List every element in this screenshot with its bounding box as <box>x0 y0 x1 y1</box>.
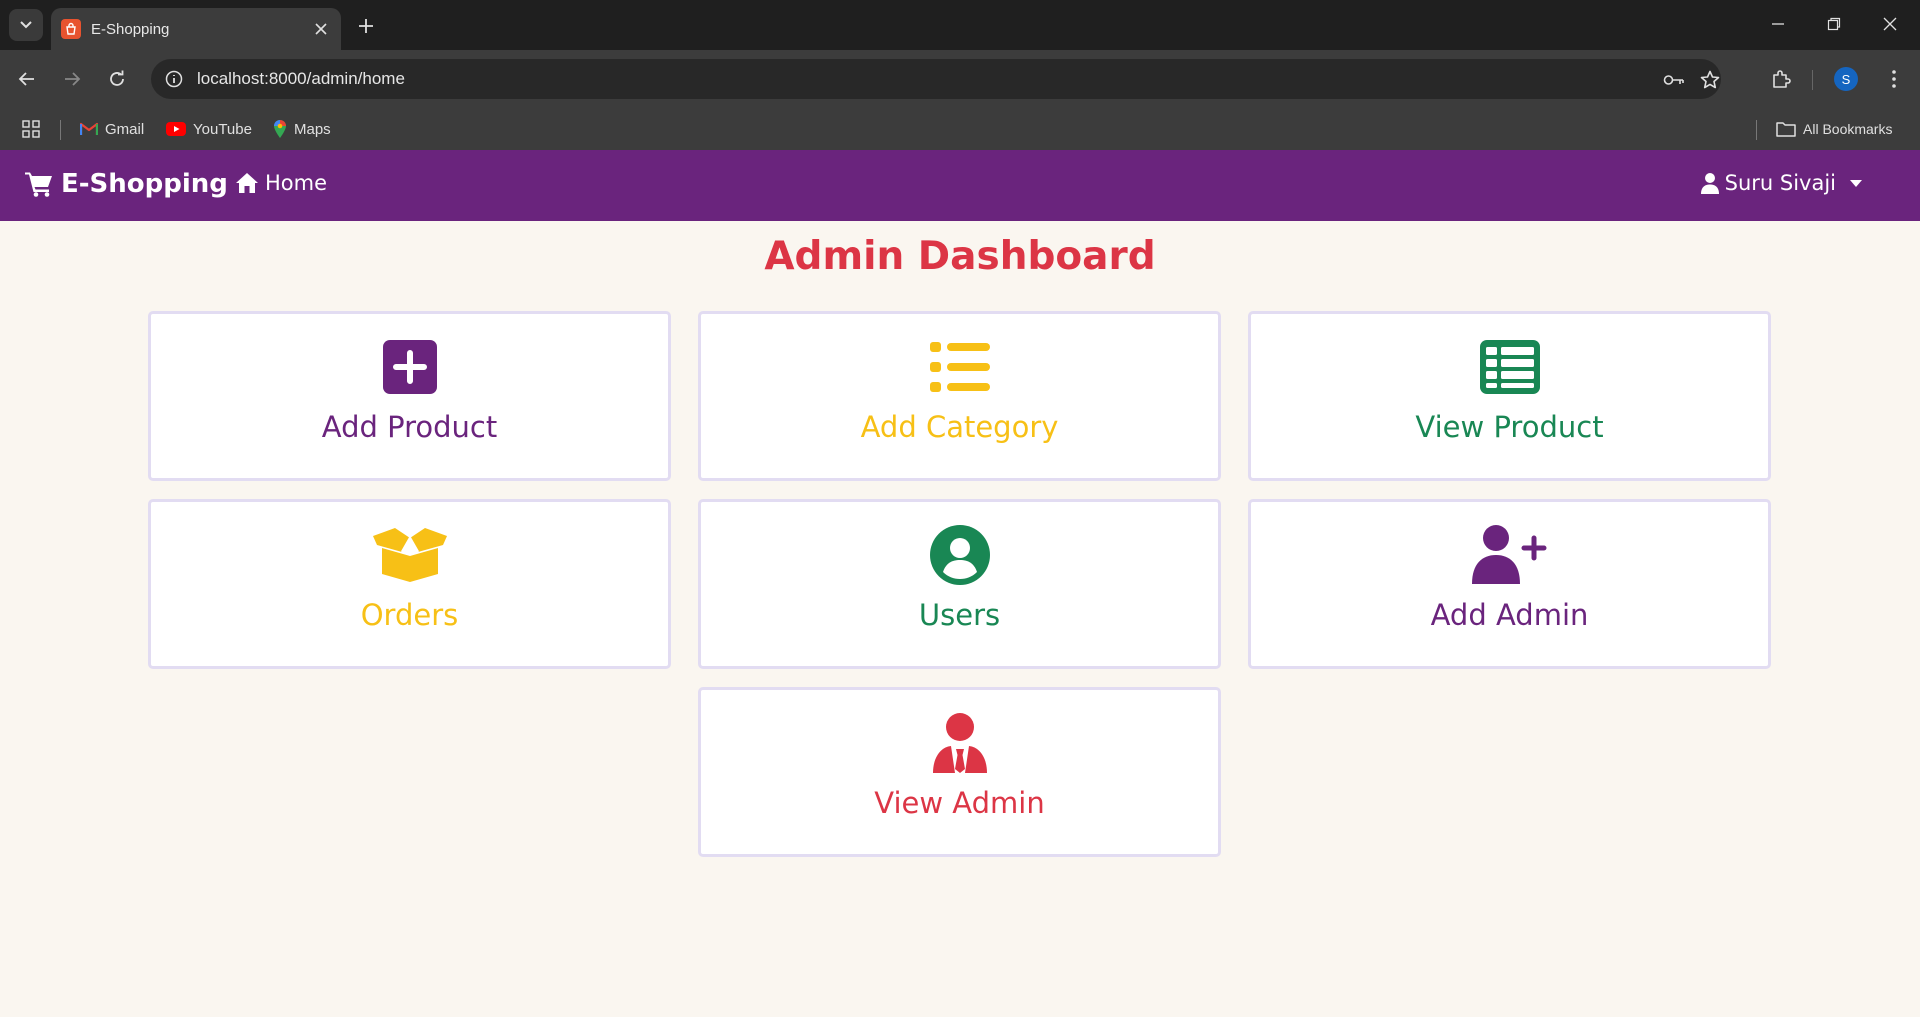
shop-favicon-icon <box>61 19 81 39</box>
box-open-icon <box>372 524 447 586</box>
minimize-icon[interactable] <box>1750 0 1806 48</box>
plus-square-icon <box>382 336 437 398</box>
card-label: View Admin <box>874 786 1045 820</box>
restore-icon[interactable] <box>1806 0 1862 48</box>
all-bookmarks-label: All Bookmarks <box>1803 121 1893 137</box>
page-title: Admin Dashboard <box>764 234 1156 279</box>
card-label: Add Category <box>860 410 1059 444</box>
card-orders[interactable]: Orders <box>148 499 671 669</box>
extensions-icon[interactable] <box>1765 63 1797 95</box>
forward-arrow-icon[interactable] <box>56 63 88 95</box>
card-view-product[interactable]: View Product <box>1248 311 1771 481</box>
new-tab-icon[interactable] <box>353 13 379 39</box>
reload-icon[interactable] <box>101 63 133 95</box>
user-dropdown[interactable]: Suru Sivaji <box>1700 171 1862 195</box>
card-label: Add Admin <box>1430 598 1589 632</box>
tab-search-button[interactable] <box>9 9 43 41</box>
user-icon <box>1700 173 1719 194</box>
gmail-icon <box>80 122 98 136</box>
nav-home-label: Home <box>265 171 328 195</box>
brand-name: E-Shopping <box>61 169 228 199</box>
apps-grid-icon[interactable] <box>22 116 40 142</box>
bookmark-gmail[interactable]: Gmail <box>80 116 144 142</box>
close-tab-icon[interactable] <box>311 19 331 39</box>
user-name: Suru Sivaji <box>1724 171 1836 195</box>
home-icon <box>236 173 258 193</box>
card-users[interactable]: Users <box>698 499 1221 669</box>
app-navbar: E-Shopping Home Suru Sivaji <box>0 150 1920 221</box>
maps-icon <box>273 119 287 139</box>
user-tie-icon <box>932 712 987 774</box>
profile-avatar[interactable]: S <box>1830 63 1862 95</box>
site-info-icon[interactable] <box>163 68 185 90</box>
card-label: Orders <box>360 598 459 632</box>
address-bar[interactable]: localhost:8000/admin/home <box>151 59 1721 99</box>
shopping-cart-icon <box>25 172 52 197</box>
browser-tab-strip: E-Shopping <box>0 0 1920 50</box>
table-list-icon <box>1479 336 1540 398</box>
bookmarks-bar: Gmail YouTube Maps All Bookmarks <box>0 108 1920 150</box>
bookmark-maps[interactable]: Maps <box>273 116 331 142</box>
bookmark-label: Maps <box>294 120 331 138</box>
password-key-icon[interactable] <box>1661 67 1687 93</box>
menu-dots-icon[interactable] <box>1878 63 1910 95</box>
card-view-admin[interactable]: View Admin <box>698 687 1221 857</box>
brand-link[interactable]: E-Shopping <box>25 169 228 199</box>
card-label: Users <box>918 598 1001 632</box>
caret-down-icon <box>1850 179 1862 187</box>
card-add-category[interactable]: Add Category <box>698 311 1221 481</box>
url-text[interactable]: localhost:8000/admin/home <box>197 69 405 89</box>
back-arrow-icon[interactable] <box>11 63 43 95</box>
chevron-down-icon <box>20 21 32 29</box>
close-window-icon[interactable] <box>1862 0 1918 48</box>
card-add-product[interactable]: Add Product <box>148 311 671 481</box>
card-label: Add Product <box>321 410 498 444</box>
card-label: View Product <box>1415 410 1604 444</box>
nav-home-link[interactable]: Home <box>235 171 327 195</box>
user-circle-icon <box>929 524 990 586</box>
youtube-icon <box>166 122 186 136</box>
all-bookmarks[interactable]: All Bookmarks <box>1776 116 1892 142</box>
bookmark-youtube[interactable]: YouTube <box>166 116 252 142</box>
bookmark-label: YouTube <box>193 120 252 138</box>
browser-toolbar: localhost:8000/admin/home S <box>0 50 1920 108</box>
user-plus-icon <box>1471 524 1548 586</box>
bookmark-star-icon[interactable] <box>1697 67 1723 93</box>
bookmark-label: Gmail <box>105 120 145 138</box>
card-add-admin[interactable]: Add Admin <box>1248 499 1771 669</box>
tab-title: E-Shopping <box>91 20 170 38</box>
folder-icon <box>1776 121 1796 137</box>
list-icon <box>929 336 990 398</box>
profile-initial: S <box>1834 67 1858 91</box>
browser-tab[interactable]: E-Shopping <box>51 8 341 50</box>
